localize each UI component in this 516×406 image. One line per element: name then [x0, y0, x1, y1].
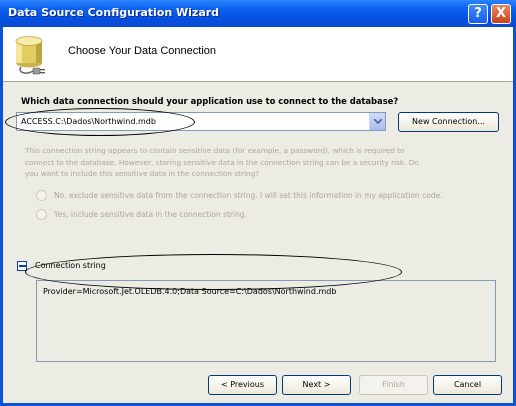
connection-string-value: Provider=Microsoft.Jet.OLEDB.4.0;Data So…: [43, 287, 337, 296]
connection-dropdown[interactable]: ACCESS.C:\Dados\Northwind.mdb: [16, 112, 386, 131]
database-plug-icon: [7, 31, 53, 79]
new-connection-button[interactable]: New Connection...: [398, 112, 499, 132]
finish-button[interactable]: Finish: [359, 375, 428, 395]
close-button[interactable]: X: [491, 4, 511, 24]
next-button[interactable]: Next >: [282, 375, 351, 395]
minus-icon: [19, 265, 26, 267]
include-radio-label: Yes, include sensitive data in the conne…: [54, 210, 247, 219]
notice-line-2: connect to the database. However, storin…: [25, 157, 419, 167]
connection-dropdown-value: ACCESS.C:\Dados\Northwind.mdb: [21, 117, 156, 126]
exclude-radio-label: No, exclude sensitive data from the conn…: [54, 191, 443, 200]
connection-string-box[interactable]: Provider=Microsoft.Jet.OLEDB.4.0;Data So…: [36, 280, 496, 362]
cancel-button[interactable]: Cancel: [433, 375, 502, 395]
title-bar[interactable]: Data Source Configuration Wizard ? X: [0, 0, 516, 27]
wizard-body: Choose Your Data Connection Which data c…: [3, 27, 513, 403]
sensitive-data-notice: This connection string appears to contai…: [25, 145, 497, 180]
help-button[interactable]: ?: [468, 4, 488, 24]
wizard-window: Data Source Configuration Wizard ? X Cho…: [0, 0, 516, 406]
connection-string-label: Connection string: [35, 261, 106, 270]
collapse-toggle[interactable]: [17, 261, 27, 271]
dropdown-arrow-button[interactable]: [369, 113, 385, 130]
close-icon: X: [495, 6, 507, 21]
chevron-down-icon: [374, 119, 382, 124]
notice-line-1: This connection string appears to contai…: [25, 146, 405, 155]
page-title: Choose Your Data Connection: [68, 45, 216, 57]
window-title: Data Source Configuration Wizard: [8, 6, 220, 19]
wizard-header: Choose Your Data Connection: [3, 27, 513, 82]
help-icon: ?: [474, 6, 482, 21]
include-radio[interactable]: [36, 209, 47, 220]
notice-line-3: you want to include this sensitive data …: [25, 169, 260, 178]
exclude-radio[interactable]: [36, 190, 47, 201]
connection-question: Which data connection should your applic…: [21, 96, 399, 106]
previous-button[interactable]: < Previous: [208, 375, 277, 395]
